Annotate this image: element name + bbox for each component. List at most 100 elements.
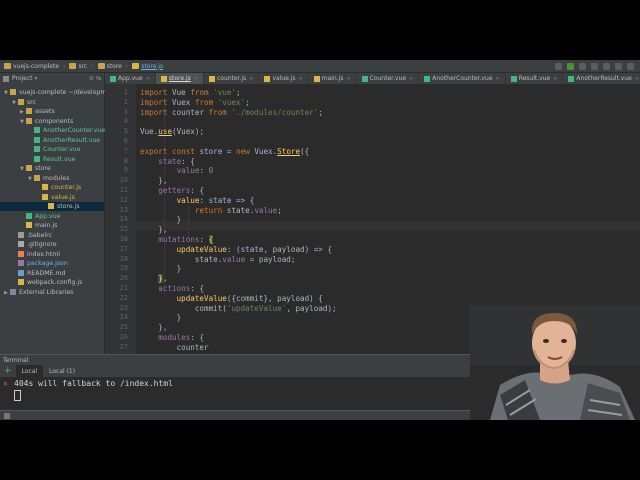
tree-folder[interactable]: ▼ src [12,98,36,107]
code-line: actions: { [140,284,204,294]
tree-item-label: Result.vue [43,155,76,163]
project-panel-header[interactable]: Project ▾ ⚙ ↹ [0,73,105,84]
tree-file[interactable]: Result.vue [28,155,75,164]
code-token: store = [199,146,237,156]
breadcrumb-src[interactable]: src › [69,63,94,70]
close-icon[interactable]: ✕ [409,76,413,82]
close-icon[interactable]: ✕ [346,76,350,82]
panel-settings-icon[interactable]: ⚙ ↹ [89,75,104,82]
search-icon[interactable] [627,62,634,70]
line-number: 27 [119,342,128,351]
code-line: } [140,264,182,274]
code-token: }, [140,176,168,186]
terminal-tab-local-1[interactable]: Local (1) [43,365,81,377]
close-icon[interactable]: ✕ [146,76,150,82]
tree-file[interactable]: ▶ External Libraries [4,288,73,297]
tree-folder[interactable]: ▼ store [20,164,51,173]
code-line: return state.value; [140,206,282,216]
editor-tab[interactable]: store.js ✕ [155,73,204,84]
status-icon[interactable] [4,413,10,419]
code-line: updateValue({commit}, payload) { [140,294,323,304]
code-token: from [208,107,232,117]
code-line: mutations: { [140,235,214,245]
line-number: 24 [119,313,128,322]
close-icon[interactable]: ✕ [299,76,303,82]
line-number: 7 [123,146,128,155]
folder-icon [26,165,32,171]
settings-icon[interactable] [603,62,610,70]
tree-file[interactable]: AnotherResult.vue [28,136,100,145]
editor-tab[interactable]: AnotherResult.vue ✕ [563,73,640,84]
chevron-down-icon[interactable]: ▾ [35,75,38,82]
line-number: 2 [123,97,128,106]
debug-icon[interactable] [579,62,586,70]
tree-folder[interactable]: ▼ modules [28,174,69,183]
tree-file[interactable]: AnotherCounter.vue [28,126,105,135]
tree-file[interactable]: Counter.vue [28,145,81,154]
tree-file[interactable]: index.html [12,250,60,259]
code-line: value: state => { [140,195,255,206]
tree-file[interactable]: main.js [20,221,57,230]
code-token: value [176,195,200,205]
run-config-icon[interactable] [555,62,562,70]
close-icon[interactable]: ✕ [496,76,500,82]
vue-file-icon [26,212,32,219]
code-token: : state => { [199,195,255,205]
js-file-icon [18,279,24,285]
code-token: } [140,313,182,323]
vue-file-icon [34,146,40,152]
md-file-icon [18,269,24,276]
html-file-icon [18,250,24,257]
editor-tab[interactable]: Counter.vue ✕ [357,73,420,84]
folder-icon [26,117,32,124]
tree-file[interactable]: .babelrc [12,231,52,240]
code-line: export const store = new Vuex.Store({ [140,147,309,157]
close-icon[interactable]: ✕ [249,76,253,82]
tree-folder[interactable]: ▶ assets [20,107,55,116]
editor-tab[interactable]: AnotherCounter.vue ✕ [419,73,506,84]
close-icon[interactable]: ✕ [194,76,198,82]
editor-tab[interactable]: counter.js ✕ [204,73,260,84]
editor-tab[interactable]: value.js ✕ [259,73,309,84]
tree-item-label: .gitignore [27,241,57,248]
tree-file[interactable]: App.vue [20,212,60,221]
editor-tab[interactable]: main.js ✕ [309,73,357,84]
stop-icon[interactable] [591,62,598,70]
folder-icon [4,63,11,69]
breadcrumb-store[interactable]: store › [97,63,128,70]
close-icon[interactable]: ✕ [635,76,639,82]
code-line: state.value = payload; [140,255,296,265]
tree-item-label: value.js [51,193,75,201]
terminal-tab-local[interactable]: Local [15,365,44,377]
close-terminal-icon[interactable]: ✕ [3,379,8,388]
new-terminal-icon[interactable]: + [0,366,16,376]
tree-file[interactable]: README.md [12,269,65,278]
tree-folder[interactable]: ▼ vuejs-complete ~/developm [4,88,106,97]
tree-item-label: package.json [27,260,68,267]
code-token: }, [140,323,168,333]
structure-icon[interactable] [615,62,622,70]
tree-file[interactable]: webpack.config.js [12,278,82,287]
code-token: ; [236,88,241,97]
code-token: : [199,166,209,176]
tree-file[interactable]: value.js [36,193,75,202]
tree-item-label: store [35,165,51,172]
close-icon[interactable]: ✕ [553,76,557,82]
tree-file[interactable]: package.json [12,259,68,268]
editor-tab[interactable]: App.vue ✕ [105,73,156,84]
code-token: : { [190,333,205,342]
tree-file[interactable]: counter.js [36,183,81,192]
code-token: , [162,274,168,284]
tree-file[interactable]: .gitignore [12,240,57,249]
breadcrumb-file[interactable]: store.js [132,63,163,70]
tree-folder[interactable]: ▼ components [20,117,73,126]
tree-file[interactable]: store.js [0,202,104,211]
run-icon[interactable] [567,62,574,70]
code-token: value [254,205,278,215]
code-token: new [236,146,255,156]
code-line: import Vue from 'vue'; [140,88,241,98]
editor-tab[interactable]: Result.vue ✕ [506,73,564,84]
breadcrumb-project[interactable]: vuejs-complete › [4,63,65,70]
